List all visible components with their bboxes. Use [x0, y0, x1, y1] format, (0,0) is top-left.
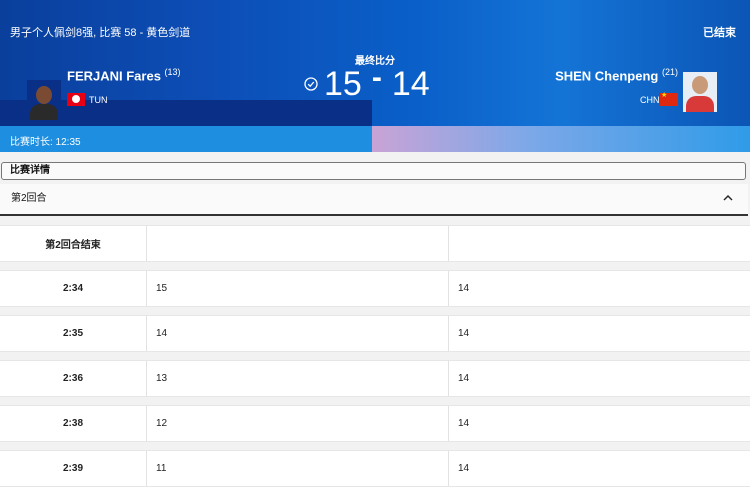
left-score-cell: 11 [147, 451, 449, 486]
left-score-cell: 13 [147, 361, 449, 396]
score-row: 15 - 14 [304, 61, 430, 103]
clock-check-icon [304, 77, 318, 91]
right-score-cell: 14 [458, 418, 470, 429]
chevron-up-icon[interactable] [722, 193, 734, 203]
round-accordion-header[interactable]: 第2回合 [0, 184, 748, 216]
match-header: 男子个人佩剑8强, 比赛 58 - 黄色剑道 已结束 最终比分 15 - 14 … [0, 0, 750, 152]
table-row: 2:38 12 14 [0, 405, 750, 442]
table-row: 2:39 11 14 [0, 450, 750, 487]
table-cell-empty [147, 226, 449, 261]
player-left-noc: TUN [89, 95, 108, 105]
left-score-cell: 14 [147, 316, 449, 351]
right-score-cell: 14 [458, 283, 470, 294]
time-cell: 2:35 [0, 316, 147, 351]
right-score-cell: 14 [458, 373, 470, 384]
player-left-seed: (13) [164, 67, 181, 77]
match-duration: 比赛时长: 12:35 [10, 137, 81, 148]
time-cell: 2:38 [0, 406, 147, 441]
round-end-label: 第2回合结束 [0, 226, 147, 261]
player-right-seed: (21) [661, 67, 678, 77]
score-separator: - [371, 61, 382, 94]
time-cell: 2:39 [0, 451, 147, 486]
player-left-name-text: FERJANI Fares [67, 68, 161, 84]
left-score-cell: 15 [147, 271, 449, 306]
score-left: 15 [324, 64, 362, 103]
right-score-cell: 14 [458, 463, 470, 474]
table-row: 2:34 15 14 [0, 270, 750, 307]
event-title: 男子个人佩剑8强, 比赛 58 - 黄色剑道 [10, 27, 191, 39]
player-right-noc: CHN [640, 95, 660, 105]
score-right: 14 [391, 64, 430, 103]
round-label: 第2回合 [11, 193, 47, 204]
time-cell: 2:36 [0, 361, 147, 396]
time-cell: 2:34 [0, 271, 147, 306]
table-row-round-end: 第2回合结束 [0, 225, 750, 262]
left-score-cell: 12 [147, 406, 449, 441]
table-row: 2:36 13 14 [0, 360, 750, 397]
table-cell-empty [449, 226, 750, 261]
player-left-avatar [27, 80, 61, 120]
player-left-name[interactable]: FERJANI Fares (13) [67, 67, 181, 83]
player-right-name-text: SHEN Chenpeng [555, 68, 659, 84]
tunisia-flag-icon [67, 93, 85, 106]
table-row: 2:35 14 14 [0, 315, 750, 352]
match-status: 已结束 [703, 27, 736, 39]
right-score-cell: 14 [458, 328, 470, 339]
china-flag-icon [660, 91, 678, 106]
header-strip [0, 126, 750, 152]
player-right-name[interactable]: SHEN Chenpeng (21) [555, 67, 678, 83]
match-details-tab[interactable]: 比赛详情 [1, 162, 746, 180]
player-right-avatar [683, 72, 717, 112]
